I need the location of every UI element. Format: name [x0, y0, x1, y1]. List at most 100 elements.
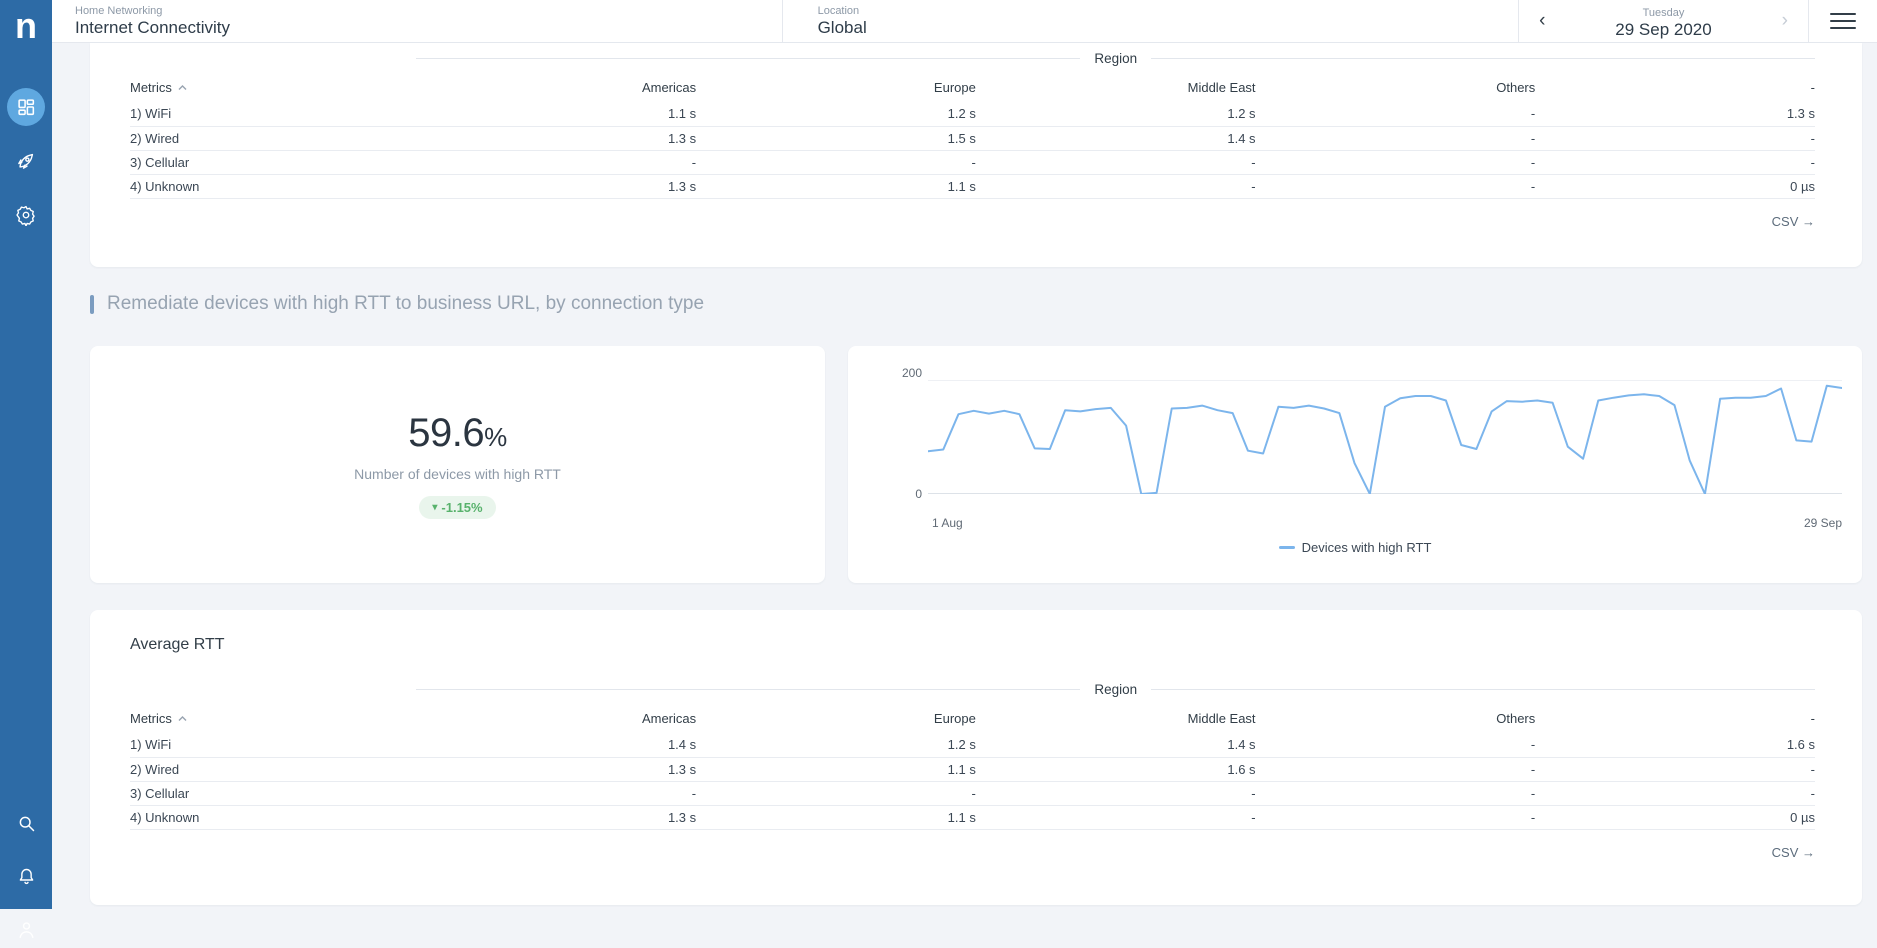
sidebar-item-launch[interactable]: [7, 142, 45, 180]
x-axis-end-label: 29 Sep: [1804, 516, 1842, 530]
table-row: 2) Wired1.3 s1.1 s1.6 s--: [130, 757, 1815, 781]
region-span-header: Region: [416, 682, 1815, 697]
legend-line-swatch: [1279, 546, 1295, 549]
metric-value-cell: -: [1535, 126, 1815, 150]
csv-export-link[interactable]: CSV →: [1772, 214, 1815, 229]
sort-ascending-icon: [178, 85, 187, 91]
metric-value-cell: 1.2 s: [696, 102, 976, 126]
metric-value-cell: 0 µs: [1535, 805, 1815, 829]
table-row: 4) Unknown1.3 s1.1 s--0 µs: [130, 174, 1815, 198]
next-day-button[interactable]: ›: [1762, 0, 1808, 42]
metric-value-cell: 1.3 s: [416, 805, 696, 829]
location-selector[interactable]: Location Global: [783, 0, 1519, 42]
sort-ascending-icon: [178, 716, 187, 722]
metric-value-cell: 1.3 s: [1535, 102, 1815, 126]
date-weekday: Tuesday: [1565, 7, 1762, 20]
page-title: Internet Connectivity: [75, 18, 782, 38]
metric-value-cell: -: [1256, 781, 1536, 805]
metric-value-cell: 1.1 s: [696, 805, 976, 829]
gear-icon: [15, 204, 37, 226]
metric-value-cell: 1.6 s: [976, 757, 1256, 781]
metric-value-cell: 1.5 s: [696, 126, 976, 150]
csv-export-link[interactable]: CSV →: [1772, 845, 1815, 860]
sidebar-item-profile[interactable]: [7, 910, 45, 948]
metric-value-cell: 1.3 s: [416, 174, 696, 198]
legend-label: Devices with high RTT: [1302, 540, 1432, 555]
region-span-header: Region: [416, 43, 1815, 66]
metric-name-cell: 4) Unknown: [130, 174, 416, 198]
metric-value-cell: -: [1256, 174, 1536, 198]
metric-value-cell: -: [976, 150, 1256, 174]
section-title-text: Remediate devices with high RTT to busin…: [107, 293, 704, 315]
legend-item[interactable]: Devices with high RTT: [848, 540, 1862, 555]
region-column-header: -: [1535, 72, 1815, 102]
region-label: Region: [1094, 51, 1137, 66]
kpi-card: 59.6% Number of devices with high RTT ▾ …: [90, 346, 825, 583]
region-column-header: Americas: [416, 703, 696, 733]
location-label: Location: [818, 5, 1519, 18]
kpi-value: 59.6%: [408, 411, 506, 456]
card-title: Average RTT: [90, 610, 1862, 668]
metric-value-cell: -: [1535, 757, 1815, 781]
bell-icon: [16, 866, 37, 887]
kpi-subtitle: Number of devices with high RTT: [354, 466, 561, 482]
date-picker[interactable]: Tuesday 29 Sep 2020: [1565, 2, 1762, 40]
metric-value-cell: -: [1256, 126, 1536, 150]
metric-value-cell: 1.3 s: [416, 757, 696, 781]
metric-value-cell: -: [1256, 757, 1536, 781]
sidebar-item-search[interactable]: [7, 804, 45, 842]
metric-value-cell: -: [976, 805, 1256, 829]
location-value: Global: [818, 18, 1519, 38]
region-column-header: Europe: [696, 72, 976, 102]
metric-value-cell: -: [1256, 150, 1536, 174]
metric-name-cell: 3) Cellular: [130, 781, 416, 805]
metric-value-cell: -: [696, 150, 976, 174]
line-chart-plot: [928, 380, 1842, 494]
metric-value-cell: -: [416, 150, 696, 174]
region-column-header: -: [1535, 703, 1815, 733]
metric-value-cell: 0 µs: [1535, 174, 1815, 198]
metric-value-cell: 1.1 s: [416, 102, 696, 126]
metric-value-cell: 1.2 s: [696, 733, 976, 757]
region-column-header: Middle East: [976, 72, 1256, 102]
metric-value-cell: 1.1 s: [696, 757, 976, 781]
metric-name-cell: 2) Wired: [130, 126, 416, 150]
metric-value-cell: -: [1256, 102, 1536, 126]
metric-value-cell: -: [696, 781, 976, 805]
sidebar-item-dashboard[interactable]: [7, 88, 45, 126]
metric-value-cell: -: [976, 781, 1256, 805]
table-row: 3) Cellular-----: [130, 150, 1815, 174]
table-row: 4) Unknown1.3 s1.1 s--0 µs: [130, 805, 1815, 829]
table-row: 3) Cellular-----: [130, 781, 1815, 805]
x-axis-start-label: 1 Aug: [932, 516, 963, 530]
metric-value-cell: -: [1535, 781, 1815, 805]
previous-day-button[interactable]: ‹: [1519, 0, 1565, 42]
main-content: Region MetricsAmericasEuropeMiddle EastO…: [52, 43, 1877, 909]
top-header: Home Networking Internet Connectivity Lo…: [52, 0, 1877, 43]
metric-name-cell: 3) Cellular: [130, 150, 416, 174]
sidebar-item-notifications[interactable]: [7, 857, 45, 895]
metric-name-cell: 1) WiFi: [130, 733, 416, 757]
metrics-column-header[interactable]: Metrics: [130, 703, 416, 733]
menu-icon[interactable]: [1830, 8, 1856, 34]
table-row: 2) Wired1.3 s1.5 s1.4 s--: [130, 126, 1815, 150]
trend-down-icon: ▾: [432, 502, 437, 513]
table-row: 1) WiFi1.1 s1.2 s1.2 s-1.3 s: [130, 102, 1815, 126]
metric-value-cell: 1.1 s: [696, 174, 976, 198]
region-column-header: Others: [1256, 703, 1536, 733]
metric-value-cell: -: [1256, 805, 1536, 829]
region-column-header: Others: [1256, 72, 1536, 102]
metric-value-cell: 1.2 s: [976, 102, 1256, 126]
metric-value-cell: 1.4 s: [976, 126, 1256, 150]
date-value: 29 Sep 2020: [1565, 20, 1762, 40]
region-column-header: Middle East: [976, 703, 1256, 733]
rtt-chart-card: 200 0 1 Aug 29 Sep Devices with high RTT: [848, 346, 1862, 583]
metrics-table: MetricsAmericasEuropeMiddle EastOthers-1…: [130, 703, 1815, 830]
sidebar-item-settings[interactable]: [7, 196, 45, 234]
app-logo[interactable]: n: [0, 0, 52, 52]
breadcrumb[interactable]: Home Networking: [75, 5, 782, 18]
metrics-column-header[interactable]: Metrics: [130, 72, 416, 102]
y-axis-min-label: 0: [884, 487, 922, 501]
region-column-header: Americas: [416, 72, 696, 102]
metric-value-cell: -: [976, 174, 1256, 198]
